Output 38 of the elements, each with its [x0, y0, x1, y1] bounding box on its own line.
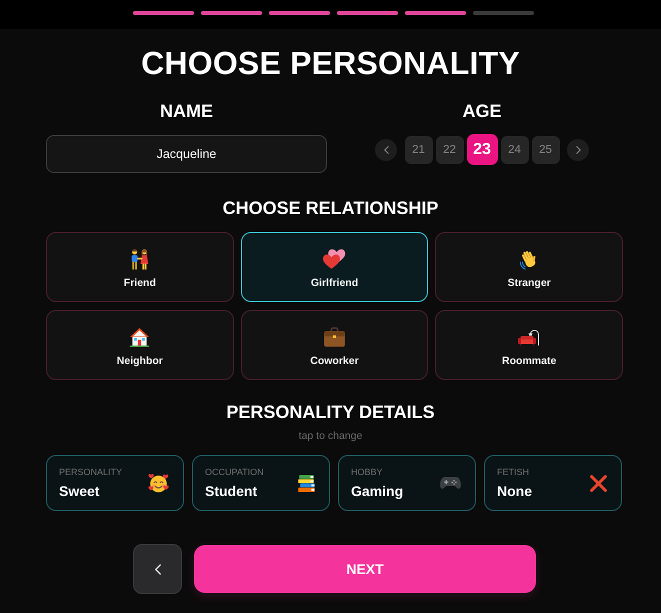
hint-text: tap to change — [298, 429, 364, 443]
age-option[interactable]: 24 — [500, 136, 528, 164]
relationship-option[interactable]: Roommate — [435, 310, 623, 380]
relationship-option[interactable]: Girlfriend — [240, 232, 428, 302]
briefcase-icon — [324, 327, 345, 347]
couple-icon — [130, 248, 149, 270]
next-age-button[interactable] — [567, 138, 589, 160]
cross-icon — [590, 474, 607, 492]
age-option[interactable]: 21 — [404, 136, 432, 164]
couch-icon — [518, 328, 540, 346]
chevron-right-icon — [576, 146, 580, 154]
relationship-option[interactable]: Coworker — [240, 310, 428, 380]
detail-card[interactable]: PERSONALITY Sweet — [46, 455, 184, 511]
detail-card[interactable]: OCCUPATION Student — [192, 455, 330, 511]
books-icon — [298, 474, 315, 492]
relationship-option[interactable]: Friend — [46, 232, 234, 302]
section-title: PERSONALITY DETAILS — [225, 401, 436, 423]
name-field[interactable]: Jacqueline — [46, 135, 327, 173]
name-label: NAME — [160, 101, 213, 121]
game-controller-icon — [440, 477, 461, 489]
detail-card[interactable]: FETISH None — [484, 455, 622, 511]
next-button[interactable]: NEXT — [194, 545, 536, 593]
previous-age-button[interactable] — [375, 138, 397, 160]
hearts-icon — [322, 249, 346, 269]
relationship-option[interactable]: Neighbor — [46, 310, 234, 380]
age-option[interactable]: 23 — [466, 134, 498, 165]
chevron-left-icon — [384, 146, 388, 154]
page-title: CHOOSE PERSONALITY — [140, 45, 521, 81]
back-button[interactable] — [133, 544, 182, 594]
smiling-face-with-hearts-icon — [148, 472, 169, 494]
age-label: AGE — [462, 101, 502, 121]
age-option[interactable]: 22 — [436, 136, 464, 164]
house-icon — [130, 328, 150, 346]
detail-card[interactable]: HOBBY Gaming — [338, 455, 476, 511]
section-title: CHOOSE RELATIONSHIP — [222, 197, 440, 219]
relationship-option[interactable]: Stranger — [435, 232, 623, 302]
chevron-left-icon — [154, 564, 160, 574]
age-option[interactable]: 25 — [532, 136, 560, 164]
